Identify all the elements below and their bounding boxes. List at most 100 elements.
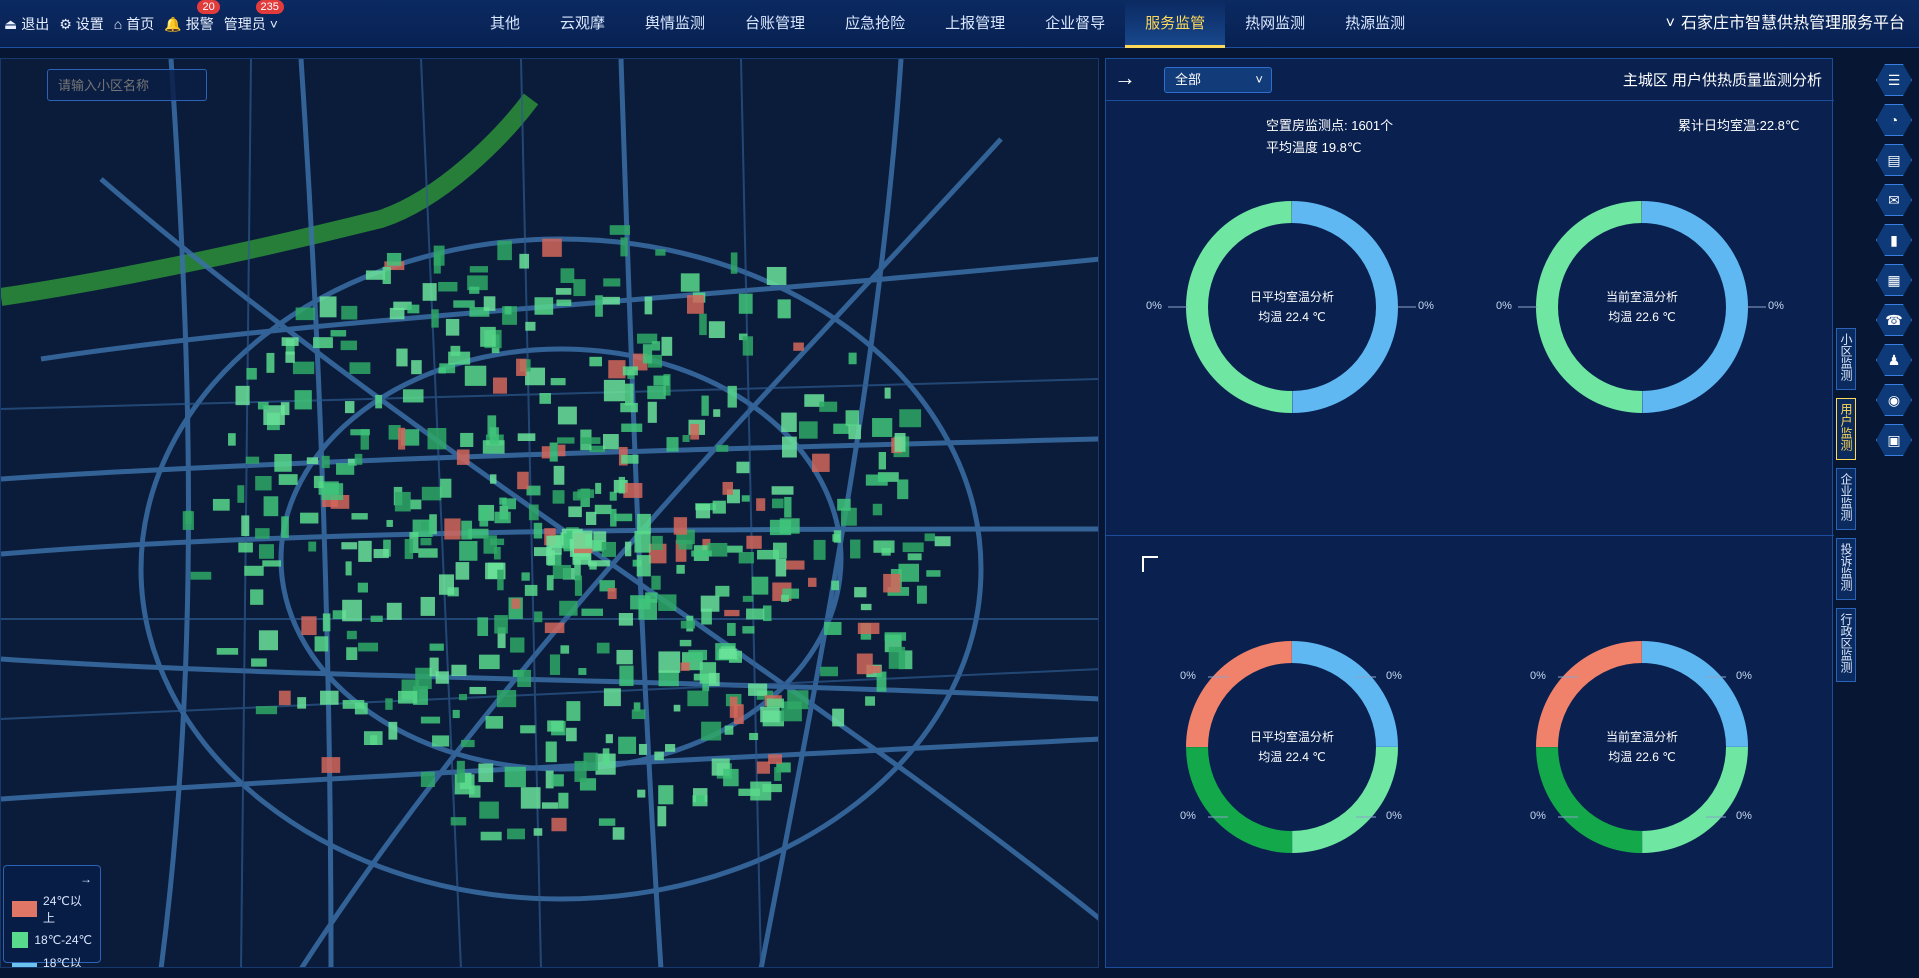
community-block[interactable] — [497, 240, 512, 261]
community-block[interactable] — [458, 693, 468, 701]
community-block[interactable] — [255, 706, 278, 715]
community-block[interactable] — [742, 336, 753, 356]
community-block[interactable] — [469, 686, 487, 695]
community-block[interactable] — [483, 535, 497, 554]
community-block[interactable] — [350, 429, 370, 436]
community-block[interactable] — [346, 630, 357, 640]
community-block[interactable] — [427, 428, 447, 450]
community-block[interactable] — [848, 424, 861, 440]
camera-icon[interactable]: ◉ — [1876, 384, 1912, 416]
community-block[interactable] — [404, 539, 414, 560]
community-block[interactable] — [182, 511, 194, 530]
community-block[interactable] — [658, 651, 681, 673]
tab-user-monitor[interactable]: 用户监测 — [1836, 398, 1856, 460]
community-block[interactable] — [409, 499, 422, 510]
community-block[interactable] — [871, 665, 881, 674]
community-block[interactable] — [894, 432, 906, 452]
tab-opinion[interactable]: 舆情监测 — [625, 0, 725, 48]
community-block[interactable] — [534, 297, 554, 315]
menu-icon[interactable]: ☰ — [1876, 64, 1912, 96]
community-block[interactable] — [738, 788, 761, 796]
community-block[interactable] — [916, 585, 927, 604]
community-block[interactable] — [651, 535, 663, 550]
community-block[interactable] — [237, 485, 245, 503]
community-block[interactable] — [738, 293, 753, 314]
community-block[interactable] — [301, 616, 317, 636]
community-block[interactable] — [602, 748, 610, 766]
community-block[interactable] — [603, 278, 621, 287]
user-menu[interactable]: 管理员 ˅ 235 — [224, 0, 284, 34]
community-block[interactable] — [638, 743, 647, 755]
community-block[interactable] — [772, 498, 784, 509]
community-block[interactable] — [520, 787, 541, 809]
community-block[interactable] — [389, 307, 405, 320]
community-block[interactable] — [421, 486, 442, 501]
community-block[interactable] — [297, 697, 307, 709]
community-block[interactable] — [785, 560, 805, 570]
community-block[interactable] — [653, 375, 670, 386]
community-block[interactable] — [422, 283, 437, 301]
community-block[interactable] — [521, 572, 530, 581]
community-block[interactable] — [444, 518, 461, 540]
community-block[interactable] — [781, 436, 797, 458]
community-block[interactable] — [451, 664, 467, 677]
arrow-right-icon[interactable]: → — [12, 872, 92, 886]
community-block[interactable] — [715, 585, 730, 597]
logout-button[interactable]: ⏏ 退出 — [4, 14, 49, 34]
community-block[interactable] — [872, 503, 883, 516]
community-block[interactable] — [661, 336, 673, 356]
community-block[interactable] — [216, 648, 239, 655]
community-block[interactable] — [812, 453, 830, 472]
community-block[interactable] — [494, 511, 511, 524]
community-block[interactable] — [485, 716, 504, 729]
community-block[interactable] — [724, 725, 734, 735]
community-block[interactable] — [533, 828, 543, 836]
community-block[interactable] — [386, 519, 393, 527]
community-block[interactable] — [295, 307, 315, 321]
community-block[interactable] — [558, 792, 569, 809]
community-block[interactable] — [793, 342, 804, 351]
community-block[interactable] — [730, 252, 738, 274]
community-block[interactable] — [658, 594, 677, 612]
community-block[interactable] — [766, 698, 784, 708]
community-block[interactable] — [407, 304, 420, 314]
community-block[interactable] — [453, 300, 475, 308]
tab-ledger[interactable]: 台账管理 — [725, 0, 825, 48]
community-block[interactable] — [365, 270, 385, 280]
community-block[interactable] — [647, 401, 657, 423]
community-block[interactable] — [609, 225, 631, 235]
tab-district-monitor[interactable]: 行政区监测 — [1836, 608, 1856, 682]
community-block[interactable] — [665, 744, 676, 752]
community-block[interactable] — [727, 622, 736, 636]
community-block[interactable] — [507, 828, 525, 840]
community-block[interactable] — [483, 296, 496, 311]
community-block[interactable] — [212, 498, 230, 511]
community-block[interactable] — [695, 503, 711, 519]
community-block[interactable] — [609, 491, 617, 501]
community-block[interactable] — [642, 344, 653, 364]
community-block[interactable] — [255, 476, 272, 491]
community-block[interactable] — [321, 483, 344, 501]
community-block[interactable] — [682, 435, 690, 442]
community-block[interactable] — [534, 611, 543, 623]
community-block[interactable] — [854, 587, 867, 598]
community-block[interactable] — [934, 536, 951, 547]
community-block[interactable] — [439, 574, 454, 595]
community-block[interactable] — [708, 321, 725, 339]
community-block[interactable] — [251, 658, 267, 667]
community-block[interactable] — [340, 340, 357, 351]
community-block[interactable] — [321, 455, 330, 469]
community-block[interactable] — [489, 427, 499, 445]
community-block[interactable] — [517, 471, 529, 490]
community-block[interactable] — [525, 321, 536, 331]
community-block[interactable] — [266, 352, 275, 373]
community-block[interactable] — [479, 801, 499, 819]
community-block[interactable] — [418, 548, 438, 558]
community-block[interactable] — [716, 444, 729, 452]
community-block[interactable] — [420, 596, 435, 616]
community-block[interactable] — [504, 306, 512, 315]
community-block[interactable] — [781, 412, 797, 432]
community-block[interactable] — [899, 409, 922, 428]
community-block[interactable] — [456, 449, 470, 465]
community-block[interactable] — [657, 806, 667, 827]
